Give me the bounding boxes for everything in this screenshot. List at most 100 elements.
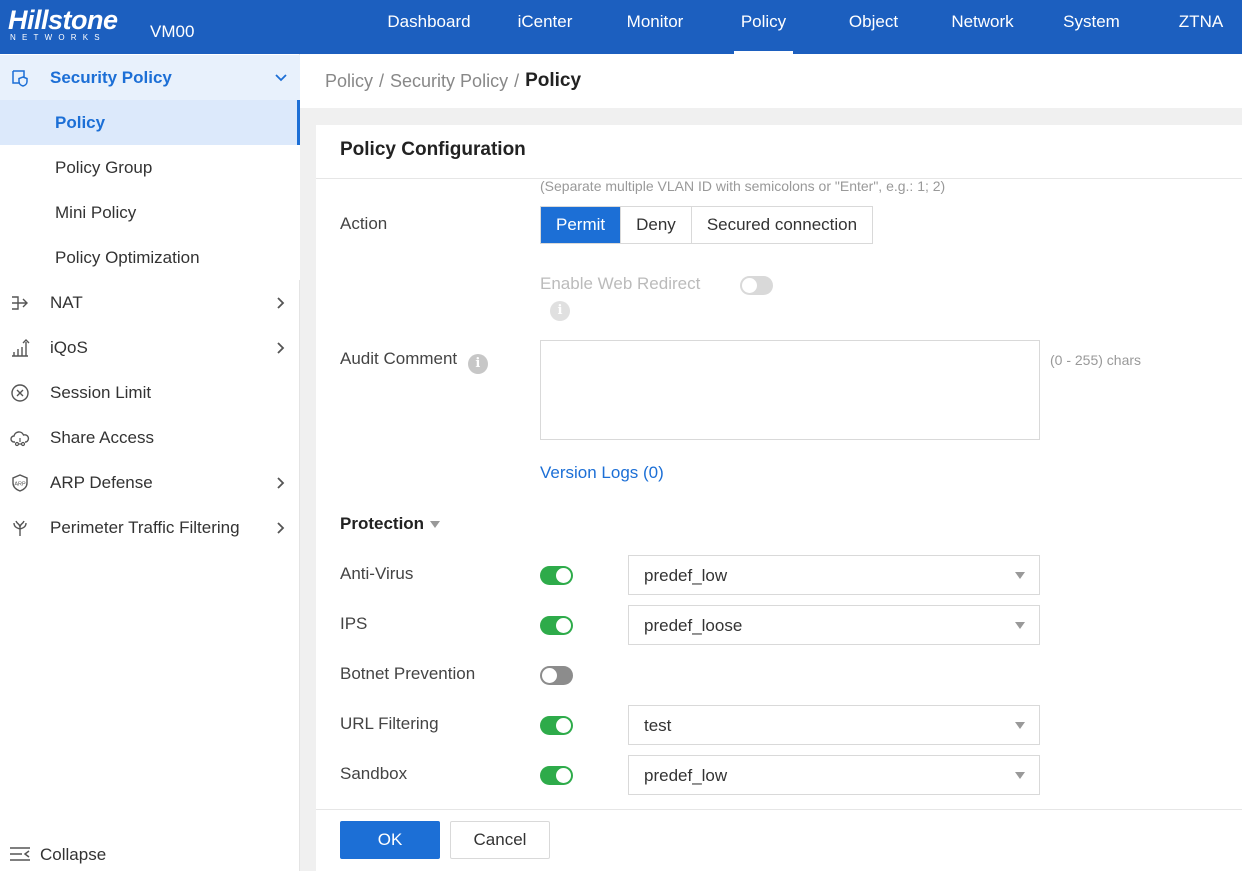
breadcrumb-current: Policy	[525, 70, 582, 91]
audit-comment-input[interactable]	[540, 340, 1040, 440]
ok-button[interactable]: OK	[340, 821, 440, 859]
select-value: predef_low	[644, 566, 728, 585]
nav-dashboard[interactable]: Dashboard	[385, 0, 473, 54]
sidebar-item-label: Policy Optimization	[55, 247, 200, 267]
cloud-share-icon	[9, 427, 31, 449]
sidebar-item-label: NAT	[50, 292, 83, 312]
sidebar-item-perimeter-traffic-filtering[interactable]: Perimeter Traffic Filtering	[0, 505, 300, 550]
chevron-right-icon	[277, 341, 285, 354]
cancel-button[interactable]: Cancel	[450, 821, 550, 859]
botnet-prevention-label: Botnet Prevention	[340, 664, 476, 683]
anti-virus-toggle[interactable]	[540, 566, 573, 585]
sidebar-group-security-policy[interactable]: Security Policy	[0, 55, 300, 100]
url-filtering-toggle[interactable]	[540, 716, 573, 735]
nav-network[interactable]: Network	[948, 0, 1017, 54]
select-value: predef_low	[644, 766, 728, 785]
sidebar-item-label: Mini Policy	[55, 202, 137, 222]
hillstone-logo[interactable]: Hillstone NETWORKS	[8, 5, 132, 43]
audit-comment-char-limit: (0 - 255) chars	[1050, 352, 1142, 368]
audit-comment-label: Audit Comment i	[340, 349, 488, 374]
arp-shield-icon: ARP	[9, 472, 31, 494]
top-navigation-bar: Hillstone NETWORKS VM00 Dashboard iCente…	[0, 0, 1242, 54]
ips-profile-select[interactable]: predef_loose	[628, 605, 1040, 645]
vlan-hint: (Separate multiple VLAN ID with semicolo…	[540, 178, 946, 194]
nav-ztna[interactable]: ZTNA	[1176, 0, 1226, 54]
breadcrumb-security-policy[interactable]: Security Policy	[390, 71, 508, 92]
nat-arrow-icon	[9, 292, 31, 314]
sidebar-item-policy[interactable]: Policy	[0, 100, 300, 145]
sidebar-item-label: Share Access	[50, 427, 154, 447]
chevron-right-icon	[277, 521, 285, 534]
select-value: test	[644, 716, 672, 735]
web-redirect-toggle[interactable]	[740, 276, 773, 295]
dropdown-arrow-icon	[1015, 722, 1025, 729]
chevron-down-icon	[275, 73, 287, 81]
main-content: Policy / Security Policy / Policy Policy…	[300, 54, 1242, 871]
sandbox-profile-select[interactable]: predef_low	[628, 755, 1040, 795]
chevron-right-icon	[277, 296, 285, 309]
ips-toggle[interactable]	[540, 616, 573, 635]
action-segmented-control: Permit Deny Secured connection	[540, 206, 874, 244]
anti-virus-label: Anti-Virus	[340, 564, 414, 583]
sidebar-item-label: iQoS	[50, 337, 88, 357]
logo-subtitle: NETWORKS	[10, 33, 106, 42]
version-logs-link[interactable]: Version Logs (0)	[540, 463, 664, 483]
breadcrumb-separator: /	[379, 70, 385, 91]
sidebar-item-session-limit[interactable]: Session Limit	[0, 370, 300, 415]
sidebar-item-label: Session Limit	[50, 382, 152, 402]
anti-virus-profile-select[interactable]: predef_low	[628, 555, 1040, 595]
url-filtering-label: URL Filtering	[340, 714, 439, 733]
protection-label: Protection	[340, 514, 425, 533]
sidebar: Security Policy Policy Policy Group Mini…	[0, 54, 300, 871]
action-secured-connection-button[interactable]: Secured connection	[691, 207, 873, 243]
action-permit-button[interactable]: Permit	[541, 207, 622, 243]
svg-text:ARP: ARP	[14, 481, 26, 487]
collapse-sidebar-button[interactable]: Collapse	[0, 838, 299, 871]
dropdown-arrow-icon	[1015, 622, 1025, 629]
collapse-icon	[10, 847, 30, 861]
sandbox-label: Sandbox	[340, 764, 408, 783]
dropdown-arrow-icon	[1015, 572, 1025, 579]
web-redirect-label: Enable Web Redirect	[540, 274, 701, 293]
circle-x-icon	[9, 382, 31, 404]
breadcrumb: Policy / Security Policy / Policy	[300, 54, 1242, 108]
sidebar-group-label: Security Policy	[50, 67, 172, 87]
sidebar-item-nat[interactable]: NAT	[0, 280, 300, 325]
collapse-label: Collapse	[40, 844, 107, 864]
protection-section-toggle[interactable]: Protection	[340, 514, 441, 534]
nav-system[interactable]: System	[1061, 0, 1122, 54]
nav-object[interactable]: Object	[846, 0, 901, 54]
logo-wordmark: Hillstone	[8, 5, 118, 35]
nav-policy[interactable]: Policy	[734, 0, 793, 54]
botnet-prevention-toggle[interactable]	[540, 666, 573, 685]
breadcrumb-policy[interactable]: Policy	[325, 71, 373, 92]
bar-chart-icon	[9, 337, 31, 359]
sidebar-item-label: Policy	[55, 112, 106, 132]
sandbox-toggle[interactable]	[540, 766, 573, 785]
breadcrumb-separator: /	[514, 70, 520, 91]
sidebar-item-label: Policy Group	[55, 157, 153, 177]
panel-title: Policy Configuration	[340, 139, 526, 160]
caret-down-icon	[430, 521, 441, 529]
ips-label: IPS	[340, 614, 368, 633]
sidebar-item-mini-policy[interactable]: Mini Policy	[0, 190, 300, 235]
policy-configuration-panel: Policy Configuration (Separate multiple …	[316, 125, 1242, 871]
nav-icenter[interactable]: iCenter	[514, 0, 576, 54]
sidebar-item-policy-optimization[interactable]: Policy Optimization	[0, 235, 300, 280]
shield-icon	[9, 67, 31, 89]
audit-comment-text: Audit Comment	[340, 349, 458, 368]
action-label: Action	[340, 214, 388, 233]
url-filtering-profile-select[interactable]: test	[628, 705, 1040, 745]
sidebar-item-label: ARP Defense	[50, 472, 153, 492]
sidebar-item-share-access[interactable]: Share Access	[0, 415, 300, 460]
sidebar-item-policy-group[interactable]: Policy Group	[0, 145, 300, 190]
action-deny-button[interactable]: Deny	[621, 207, 692, 243]
device-name: VM00	[150, 22, 195, 41]
info-icon[interactable]: i	[467, 354, 488, 374]
dropdown-arrow-icon	[1015, 772, 1025, 779]
nav-monitor[interactable]: Monitor	[624, 0, 686, 54]
sidebar-item-iqos[interactable]: iQoS	[0, 325, 300, 370]
select-value: predef_loose	[644, 616, 743, 635]
footer-divider	[316, 809, 1242, 810]
sidebar-item-arp-defense[interactable]: ARP ARP Defense	[0, 460, 300, 505]
